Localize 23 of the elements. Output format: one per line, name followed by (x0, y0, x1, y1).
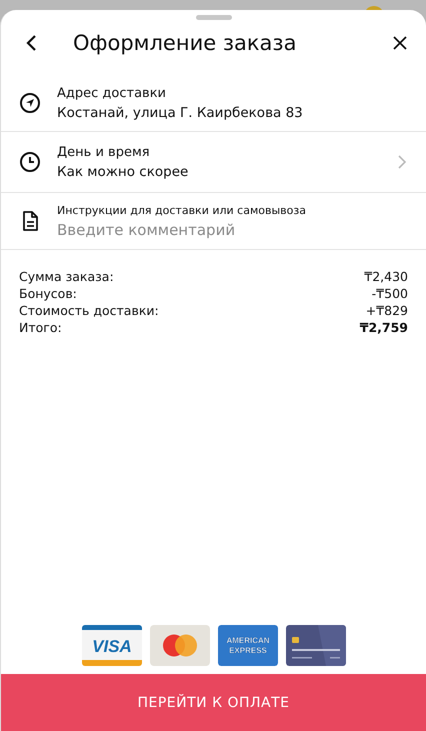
summary-value: -₸500 (372, 285, 408, 302)
summary-label: Бонусов: (19, 285, 77, 302)
summary-label: Итого: (19, 319, 62, 336)
visa-card-icon: VISA (82, 625, 142, 666)
row-label: Адрес доставки (57, 86, 168, 100)
mastercard-icon (150, 625, 210, 666)
amex-card-icon: AMERICAN EXPRESS (218, 625, 278, 666)
summary-value: +₸829 (366, 302, 408, 319)
summary-label: Сумма заказа: (19, 268, 114, 285)
row-label: День и время (57, 144, 151, 160)
pay-button[interactable]: ПЕРЕЙТИ К ОПЛАТЕ (1, 674, 426, 731)
summary-label: Стоимость доставки: (19, 302, 159, 319)
summary-value: ₸2,759 (360, 319, 408, 336)
navigation-icon (19, 92, 41, 114)
drag-handle[interactable] (196, 15, 232, 20)
field-label: Инструкции для доставки или самовывоза (57, 204, 307, 216)
summary-value: ₸2,430 (364, 268, 408, 285)
row-value[interactable]: Как можно скорее (57, 164, 396, 180)
comment-field[interactable]: Введите комментарий (57, 220, 408, 238)
clock-icon (19, 151, 41, 173)
bank-card-icon (286, 625, 346, 666)
page-title: Оформление заказа (73, 30, 298, 54)
row-value: Костанай, улица Г. Каирбекова 83 (57, 104, 304, 120)
